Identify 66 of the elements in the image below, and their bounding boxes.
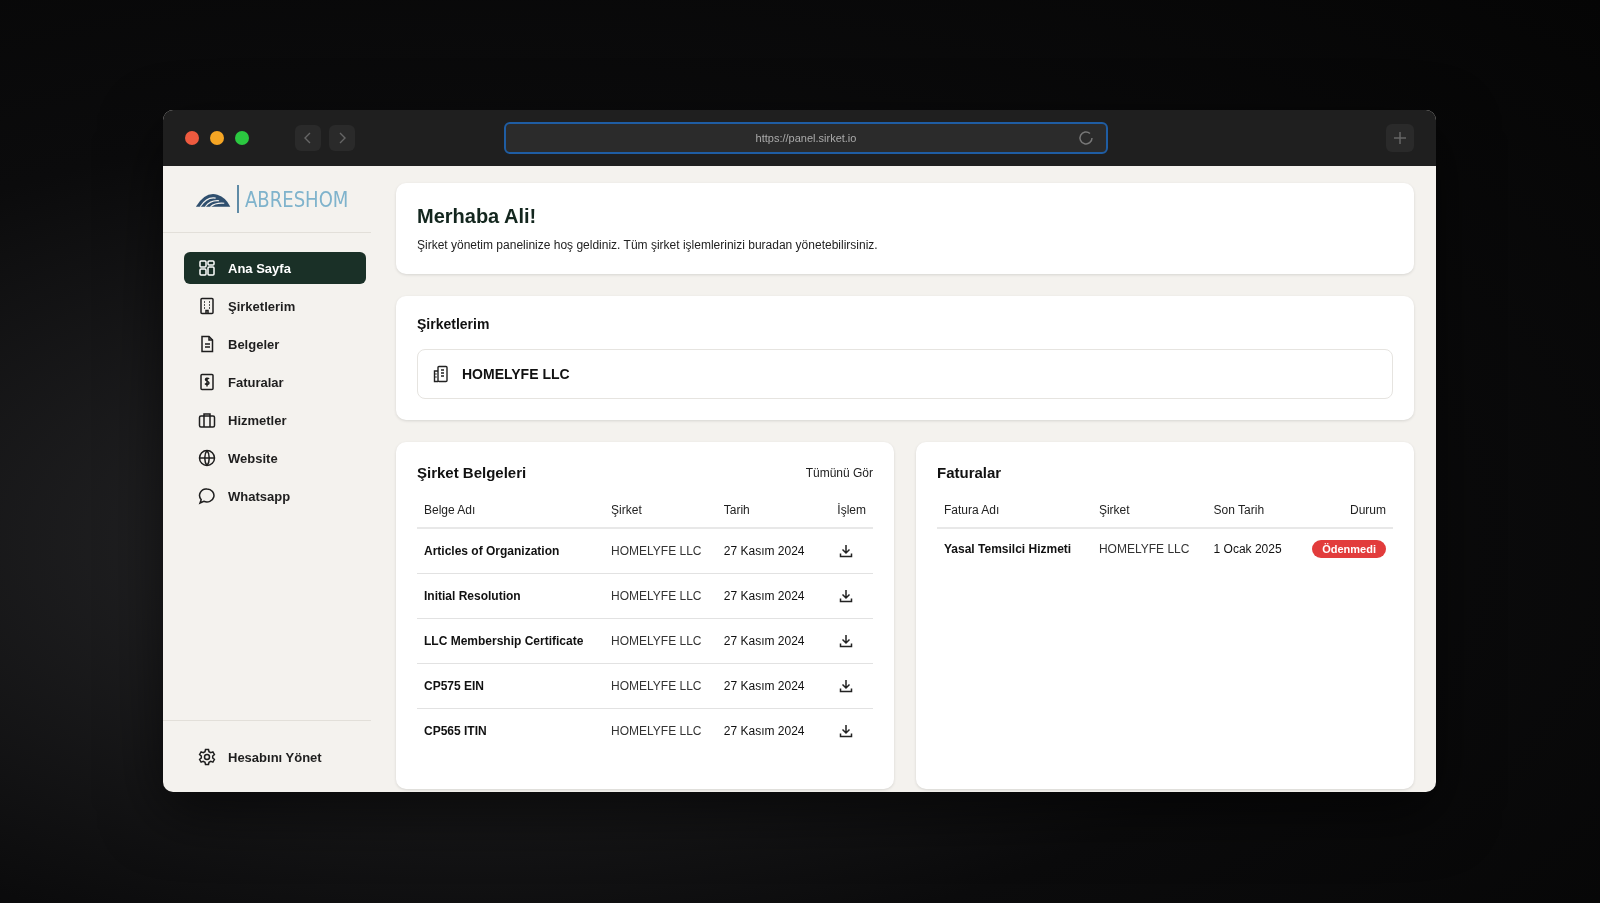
column-header: Fatura Adı: [937, 497, 1092, 528]
column-header: Son Tarih: [1206, 497, 1297, 528]
welcome-text: Şirket yönetim panelinize hoş geldiniz. Tüm şirket işlemlerinizi buradan yönetebilirsiniz.: [417, 238, 879, 252]
dollar-icon: [198, 373, 216, 391]
section-title: Faturalar: [937, 464, 1002, 481]
table-cell: HOMELYFE LLC: [604, 663, 717, 709]
building-icon: [198, 297, 216, 315]
globe-icon: [198, 449, 216, 467]
table-cell: Articles of Organization: [417, 528, 605, 574]
chevron-left-icon: [304, 132, 312, 144]
table-cell: HOMELYFE LLC: [604, 528, 717, 574]
nav-item[interactable]: Hizmetler: [184, 404, 366, 436]
company-item[interactable]: HOMELYFE LLC: [417, 349, 1393, 399]
nav-item[interactable]: Website: [184, 442, 366, 474]
download-icon: [839, 678, 853, 693]
table-cell: 27 Kasım 2024: [716, 528, 819, 574]
nav-item[interactable]: Belgeler: [184, 328, 366, 360]
download-icon: [839, 543, 853, 558]
table-cell: LLC Membership Certificate: [417, 618, 605, 664]
url-text: https://panel.sirket.io: [755, 132, 857, 144]
table-cell: HOMELYFE LLC: [1091, 528, 1207, 569]
account-settings-link[interactable]: Hesabını Yönet: [184, 741, 366, 773]
table-cell: 27 Kasım 2024: [716, 708, 819, 753]
column-header: Durum: [1296, 497, 1393, 528]
table-cell: CP565 ITIN: [417, 708, 605, 753]
settings-icon: [198, 748, 216, 766]
briefcase-icon: [198, 411, 216, 429]
column-header: Şirket: [1091, 497, 1207, 528]
nav-item[interactable]: Whatsapp: [184, 480, 366, 512]
table-cell: 27 Kasım 2024: [716, 663, 819, 709]
building-icon: [432, 365, 450, 383]
maximize-icon[interactable]: [235, 131, 249, 145]
column-header: Şirket: [604, 497, 717, 528]
table-cell: Initial Resolution: [417, 573, 605, 619]
table-cell: HOMELYFE LLC: [604, 708, 717, 753]
download-icon: [839, 723, 853, 738]
document-icon: [198, 335, 216, 353]
column-header: Belge Adı: [417, 497, 605, 528]
minimize-icon[interactable]: [210, 131, 224, 145]
view-all-link[interactable]: Tümünü Gör: [805, 465, 873, 480]
nav-item[interactable]: Ana Sayfa: [184, 252, 366, 284]
logo-text: ABRESHOM: [244, 186, 349, 212]
plus-icon: [1393, 131, 1407, 145]
section-title: Şirket Belgeleri: [417, 464, 527, 481]
table-cell: HOMELYFE LLC: [604, 618, 717, 664]
table-cell: HOMELYFE LLC: [604, 573, 717, 619]
table-cell: Yasal Temsilci Hizmeti: [937, 528, 1092, 569]
column-header: İşlem: [819, 497, 873, 528]
close-icon[interactable]: [185, 131, 199, 145]
table-cell: CP575 EIN: [417, 663, 605, 709]
grid-icon: [198, 259, 216, 277]
table-cell: 27 Kasım 2024: [716, 618, 819, 664]
status-badge: Ödenmedi: [1312, 540, 1386, 558]
chevron-right-icon: [338, 132, 346, 144]
address-bar[interactable]: https://panel.sirket.io: [504, 122, 1108, 154]
table-cell: 1 Ocak 2025: [1206, 528, 1297, 569]
reload-icon[interactable]: [1076, 128, 1096, 148]
table-cell: 27 Kasım 2024: [716, 573, 819, 619]
column-header: Tarih: [716, 497, 819, 528]
chat-bubble-icon: [198, 487, 216, 505]
section-title: Şirketlerim: [417, 316, 491, 332]
download-icon: [839, 633, 853, 648]
nav-item[interactable]: Şirketlerim: [184, 290, 366, 322]
welcome-title: Merhaba Ali!: [417, 205, 538, 228]
nav-item[interactable]: Faturalar: [184, 366, 366, 398]
download-icon: [839, 588, 853, 603]
